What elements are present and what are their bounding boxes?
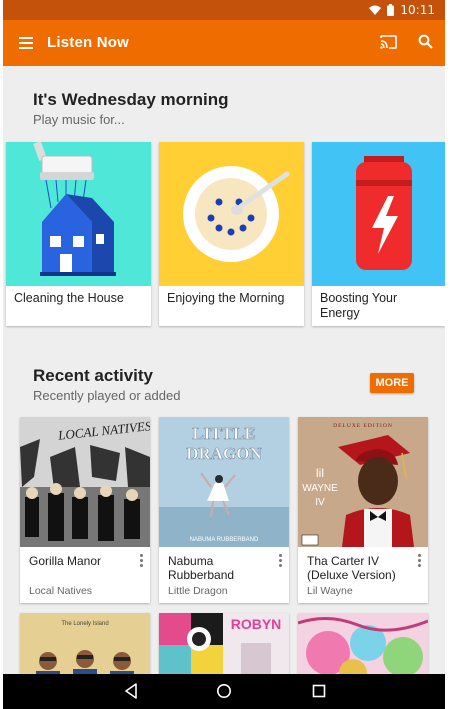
overflow-menu-icon[interactable] [277, 554, 283, 568]
overflow-menu-icon[interactable] [138, 554, 144, 568]
album-artist: Local Natives [29, 585, 93, 597]
mood-section-subtitle: Play music for... [33, 112, 125, 127]
album-cover: ROBYN [159, 613, 289, 674]
album-cover-text: DRAGON [186, 444, 262, 463]
album-cover: LOCAL NATIVES [20, 417, 150, 547]
more-button[interactable]: MORE [370, 373, 414, 393]
album-cover: LITTLE DRAGON NABUMA RUBBERBAND [159, 417, 289, 547]
cast-icon[interactable] [380, 35, 397, 49]
mood-card-cleaning[interactable]: Cleaning the House [6, 142, 151, 326]
album-title: Tha Carter IV (Deluxe Version) [307, 554, 396, 582]
mood-card-label: Boosting Your Energy [320, 291, 398, 320]
album-title: Nabuma Rubberband [168, 554, 235, 582]
wifi-icon [369, 5, 382, 15]
hamburger-menu-icon[interactable] [19, 37, 33, 49]
page-title: Listen Now [47, 34, 130, 51]
mood-section-title: It's Wednesday morning [33, 90, 229, 109]
app-toolbar: Listen Now [3, 20, 445, 66]
mood-card-morning[interactable]: Enjoying the Morning [159, 142, 304, 326]
album-card-lonely-island[interactable]: The Lonely Island [20, 613, 150, 674]
status-bar: 10:11 [3, 0, 445, 20]
album-cover: DELUXE EDITION lil WAYNE IV [298, 417, 428, 547]
main-content: It's Wednesday morning Play music for... [3, 66, 445, 674]
back-icon[interactable] [124, 683, 138, 699]
album-cover-text: WAYNE [302, 483, 338, 494]
home-icon[interactable] [216, 683, 232, 699]
album-cover-text: DELUXE EDITION [333, 423, 393, 429]
mood-card-label: Enjoying the Morning [167, 291, 285, 305]
album-cover: The Lonely Island [20, 613, 150, 674]
energy-battery-art [312, 142, 445, 286]
album-card-tha-carter-iv[interactable]: DELUXE EDITION lil WAYNE IV Tha Carter I… [298, 417, 428, 603]
recent-section-subtitle: Recently played or added [33, 388, 181, 403]
mood-card-energy[interactable]: Boosting Your Energy [312, 142, 445, 326]
overflow-menu-icon[interactable] [416, 554, 422, 568]
album-cover [298, 613, 428, 674]
album-cover-text: LITTLE [192, 424, 255, 443]
mood-card-label: Cleaning the House [14, 291, 124, 305]
album-cover-text: lil [316, 466, 324, 480]
clock: 10:11 [400, 3, 435, 17]
morning-oatmeal-art [159, 142, 304, 286]
system-nav-bar [3, 674, 445, 709]
recent-section-title: Recent activity [33, 366, 153, 385]
album-card-nabuma-rubberband[interactable]: LITTLE DRAGON NABUMA RUBBERBAND Nabuma R… [159, 417, 289, 603]
album-cover-text: NABUMA RUBBERBAND [190, 537, 259, 543]
cleaning-house-art [6, 142, 151, 286]
album-card-gorilla-manor[interactable]: LOCAL NATIVES Gorilla Manor Local Native… [20, 417, 150, 603]
app-frame: 10:11 Listen Now It's Wednesday morning … [3, 0, 445, 709]
search-icon[interactable] [418, 34, 433, 49]
album-card-robyn[interactable]: ROBYN [159, 613, 289, 674]
album-artist: Lil Wayne [307, 585, 353, 597]
album-cover-text: The Lonely Island [61, 621, 108, 627]
album-cover-text: ROBYN [231, 616, 282, 632]
album-cover-text: IV [315, 497, 325, 508]
album-card-third[interactable] [298, 613, 428, 674]
recents-icon[interactable] [312, 683, 326, 699]
battery-icon [387, 4, 395, 16]
album-title: Gorilla Manor [29, 554, 102, 568]
album-artist: Little Dragon [168, 585, 228, 597]
